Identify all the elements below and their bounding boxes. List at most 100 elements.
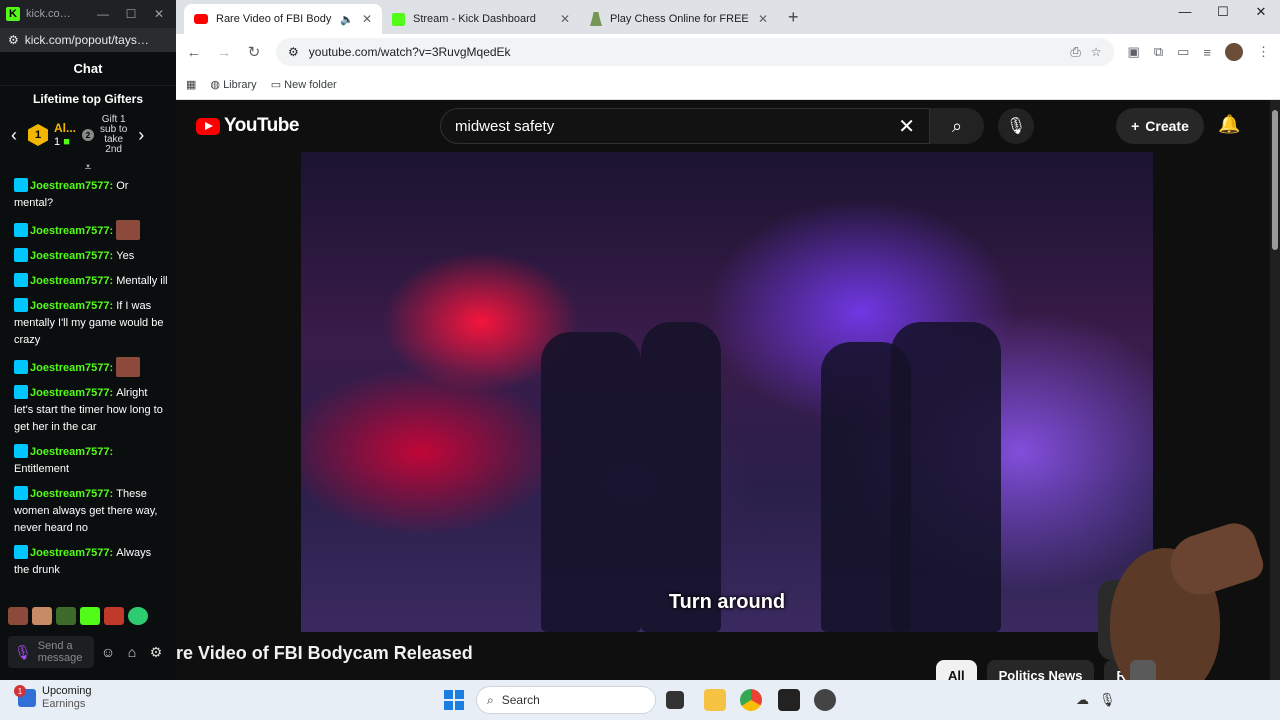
kick-favicon-icon	[392, 12, 405, 26]
reload-icon[interactable]: ↻	[246, 43, 262, 61]
extension-icon[interactable]: ▣	[1128, 44, 1140, 60]
browser-toolbar: ← → ↻ ⚙ youtube.com/watch?v=3RuvgMqedEk …	[176, 34, 1280, 70]
maximize-icon[interactable]: ☐	[120, 7, 142, 21]
bookmark-new-folder[interactable]: ▭ New folder	[271, 78, 337, 91]
chat-message: Joestream7577: Always the drunk	[14, 545, 168, 579]
close-tab-icon[interactable]: ✕	[362, 12, 372, 26]
tab-chess[interactable]: Play Chess Online for FREE - 2 ✕	[580, 4, 778, 34]
chat-username[interactable]: Joestream7577	[30, 547, 110, 559]
clear-search-icon[interactable]: ✕	[898, 114, 915, 139]
microphone-icon[interactable]: 🎙	[14, 645, 32, 659]
minimize-icon[interactable]: —	[1166, 4, 1204, 20]
close-tab-icon[interactable]: ✕	[758, 12, 768, 26]
chat-header: Chat	[0, 52, 176, 86]
maximize-icon[interactable]: ☐	[1204, 4, 1242, 20]
task-view-icon[interactable]	[666, 691, 684, 709]
tab-kick-dashboard[interactable]: Stream - Kick Dashboard ✕	[382, 4, 580, 34]
youtube-search-input[interactable]: midwest safety ✕	[440, 108, 930, 144]
kick-logo-icon: K	[6, 7, 20, 21]
chat-text: Mentally ill	[116, 275, 168, 287]
chat-username[interactable]: Joestream7577	[30, 387, 110, 399]
emote-icon[interactable]	[56, 607, 76, 625]
app-icon[interactable]	[814, 689, 836, 711]
video-player[interactable]: Turn around	[301, 152, 1153, 632]
user-badge-icon	[14, 360, 28, 374]
store-icon[interactable]: ⌂	[122, 644, 142, 660]
chat-emote	[116, 220, 141, 240]
youtube-play-icon	[196, 117, 220, 135]
top-gifter[interactable]: Al... 1 ■	[54, 121, 76, 149]
tab-title: Rare Video of FBI Bodycam	[216, 13, 332, 25]
notification-badge: 1	[14, 685, 26, 697]
close-tab-icon[interactable]: ✕	[560, 12, 570, 26]
chip-all[interactable]: All	[936, 660, 977, 680]
user-badge-icon	[14, 298, 28, 312]
cloud-icon[interactable]: ☁	[1076, 692, 1089, 708]
search-icon[interactable]: ⌕	[930, 108, 984, 144]
second-slot-line: 2nd	[105, 144, 122, 155]
kick-titlebar: K kick.co… — ☐ ✕	[0, 0, 176, 28]
chat-username[interactable]: Joestream7577	[30, 275, 110, 287]
close-icon[interactable]: ✕	[148, 7, 170, 21]
kick-address-bar[interactable]: ⚙ kick.com/popout/tays…	[0, 28, 176, 52]
user-badge-icon	[14, 444, 28, 458]
create-button[interactable]: + Create	[1116, 108, 1204, 144]
settings-gear-icon[interactable]: ⚙	[146, 644, 166, 661]
chevron-right-icon[interactable]: ›	[133, 125, 149, 146]
close-window-icon[interactable]: ✕	[1242, 4, 1280, 20]
scrollbar-thumb[interactable]	[1272, 110, 1278, 250]
apps-grid-icon[interactable]: ▦	[186, 78, 196, 91]
extensions-puzzle-icon[interactable]: ⧉	[1154, 44, 1163, 60]
emote-icon[interactable]	[80, 607, 100, 625]
file-explorer-icon[interactable]	[704, 689, 726, 711]
chrome-icon[interactable]	[740, 689, 762, 711]
windows-start-icon[interactable]	[444, 690, 464, 710]
media-controls-icon[interactable]: ≡	[1203, 45, 1211, 60]
chat-username[interactable]: Joestream7577	[30, 300, 110, 312]
chat-username[interactable]: Joestream7577	[30, 488, 110, 500]
chat-username[interactable]: Joestream7577	[30, 180, 110, 192]
bookmark-star-icon[interactable]: ☆	[1091, 45, 1102, 59]
user-badge-icon	[14, 486, 28, 500]
site-info-icon[interactable]: ⚙	[288, 45, 299, 59]
collapse-icon[interactable]: ⩡	[0, 160, 176, 174]
minimize-icon[interactable]: —	[92, 7, 114, 21]
chat-username[interactable]: Joestream7577	[30, 362, 110, 374]
back-icon[interactable]: ←	[186, 44, 202, 61]
obs-icon[interactable]	[778, 689, 800, 711]
youtube-logo[interactable]: YouTube	[196, 115, 299, 137]
taskbar-search[interactable]: ⌕ Search	[476, 686, 656, 714]
emote-icon[interactable]	[128, 607, 148, 625]
site-info-icon[interactable]: ⚙	[8, 33, 19, 47]
new-tab-plus-icon[interactable]: +	[778, 7, 809, 34]
tab-title: Play Chess Online for FREE - 2	[610, 13, 750, 25]
microphone-tray-icon[interactable]: 🎙	[1099, 692, 1116, 708]
bookmark-library[interactable]: ◍ Library	[210, 78, 256, 91]
notifications-bell-icon[interactable]: 🔔	[1218, 114, 1240, 135]
emote-icon[interactable]	[8, 607, 28, 625]
side-panel-icon[interactable]: ▭	[1177, 44, 1189, 60]
chat-username[interactable]: Joestream7577	[30, 225, 110, 237]
chip-politics-news[interactable]: Politics News	[986, 660, 1095, 680]
youtube-logo-text: YouTube	[224, 115, 299, 136]
chat-message: Joestream7577: If I was mentally I'll my…	[14, 298, 168, 349]
tab-youtube[interactable]: Rare Video of FBI Bodycam 🔈 ✕	[184, 4, 382, 34]
emote-icon[interactable]	[32, 607, 52, 625]
username-separator: :	[109, 225, 117, 237]
widget-title: Upcoming	[42, 685, 92, 697]
chat-username[interactable]: Joestream7577	[30, 446, 110, 458]
chevron-left-icon[interactable]: ‹	[6, 125, 22, 146]
voice-search-icon[interactable]: 🎙	[998, 108, 1034, 144]
forward-icon[interactable]: →	[216, 44, 232, 61]
emote-icon[interactable]	[104, 607, 124, 625]
emoji-icon[interactable]: ☺	[98, 644, 118, 660]
widget-earnings[interactable]: 1 Upcoming Earnings	[14, 685, 92, 711]
speaker-icon[interactable]: 🔈	[340, 13, 354, 26]
profile-avatar[interactable]	[1225, 43, 1243, 61]
install-app-icon[interactable]: ⎙	[1070, 44, 1080, 60]
address-bar[interactable]: ⚙ youtube.com/watch?v=3RuvgMqedEk ⎙ ☆	[276, 38, 1114, 66]
chat-message: Joestream7577:	[14, 220, 168, 240]
chat-username[interactable]: Joestream7577	[30, 250, 110, 262]
chat-message-input[interactable]: 🎙 Send a message	[8, 636, 94, 668]
more-menu-icon[interactable]: ⋮	[1257, 44, 1270, 60]
